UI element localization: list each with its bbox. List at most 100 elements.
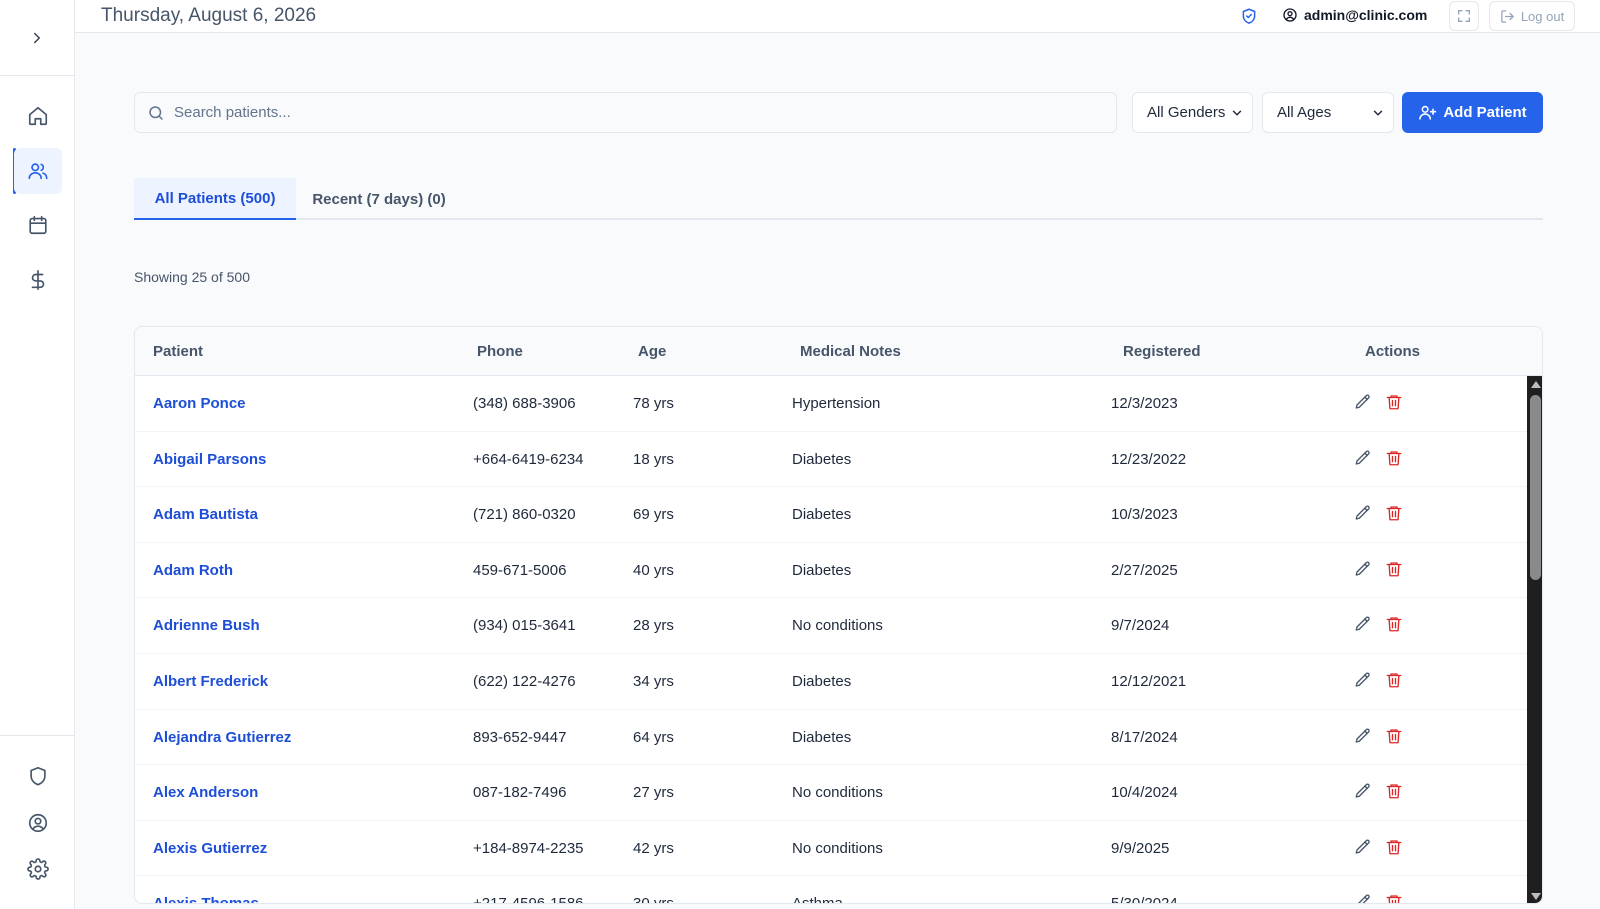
patient-name-link[interactable]: Adam Bautista (153, 506, 258, 523)
patient-age: 78 yrs (633, 395, 674, 412)
trash-icon (1385, 728, 1403, 749)
table-body: Aaron Ponce (348) 688-3906 78 yrs Hypertens… (135, 376, 1527, 904)
patient-phone: 893-652-9447 (473, 728, 567, 746)
patient-name-link[interactable]: Aaron Ponce (153, 395, 246, 412)
scroll-thumb[interactable] (1530, 395, 1541, 580)
patient-phone: 459-671-5006 (473, 561, 567, 579)
pencil-icon (1354, 450, 1372, 471)
table-row: Alejandra Gutierrez 893-652-9447 64 yrs Dia… (135, 710, 1527, 766)
user-plus-icon (1419, 105, 1437, 120)
patient-name-link[interactable]: Albert Frederick (153, 673, 268, 690)
patient-name-link[interactable]: Abigail Parsons (153, 451, 266, 468)
sidebar-item-home[interactable] (14, 93, 62, 139)
patient-age: 64 yrs (633, 728, 674, 746)
search-input[interactable] (165, 93, 1116, 132)
patient-medical-notes: Diabetes (792, 728, 852, 746)
patient-registered-date: 5/30/2024 (1111, 895, 1178, 904)
delete-patient-button[interactable] (1385, 727, 1405, 747)
patient-name-link[interactable]: Adrienne Bush (153, 617, 260, 634)
edit-patient-button[interactable] (1354, 504, 1374, 524)
tab-all-patients[interactable]: All Patients (500) (134, 178, 296, 220)
delete-patient-button[interactable] (1385, 838, 1405, 858)
patient-phone: 087-182-7496 (473, 784, 567, 802)
edit-patient-button[interactable] (1354, 893, 1374, 903)
delete-patient-button[interactable] (1385, 449, 1405, 469)
pencil-icon (1354, 839, 1372, 860)
patient-registered-date: 2/27/2025 (1111, 561, 1178, 579)
trash-icon (1385, 840, 1403, 860)
table-row: Abigail Parsons +664-6419-6234 18 yrs Diabe… (135, 432, 1527, 488)
home-icon (28, 106, 48, 126)
add-patient-label: Add Patient (1443, 104, 1527, 121)
table-scrollbar[interactable] (1527, 376, 1542, 903)
sidebar-item-profile[interactable] (14, 800, 62, 846)
column-header-medical-notes: Medical Notes (800, 343, 901, 360)
edit-patient-button[interactable] (1354, 449, 1374, 469)
user-circle-icon (28, 813, 48, 833)
table-row: Aaron Ponce (348) 688-3906 78 yrs Hypertens… (135, 376, 1527, 432)
edit-patient-button[interactable] (1354, 393, 1374, 413)
age-filter-select[interactable]: All Ages (1262, 92, 1394, 133)
edit-patient-button[interactable] (1354, 560, 1374, 580)
current-date: Thursday, August 6, 2026 (101, 5, 317, 26)
table-row: Albert Frederick (622) 122-4276 34 yrs Diab… (135, 654, 1527, 710)
patient-phone: +664-6419-6234 (473, 450, 584, 468)
patient-name-link[interactable]: Alex Anderson (153, 784, 258, 801)
edit-patient-button[interactable] (1354, 615, 1374, 635)
sidebar (0, 0, 75, 909)
patient-tabs: All Patients (500) Recent (7 days) (0) (134, 178, 1543, 220)
scroll-down-arrow[interactable] (1531, 893, 1541, 900)
pencil-icon (1354, 728, 1372, 749)
table-header: Patient Phone Age Medical Notes Register… (135, 327, 1542, 376)
sidebar-toggle-button[interactable] (0, 0, 74, 76)
user-menu[interactable]: admin@clinic.com (1282, 7, 1427, 23)
patient-registered-date: 12/23/2022 (1111, 450, 1187, 468)
delete-patient-button[interactable] (1385, 615, 1405, 635)
patient-registered-date: 12/3/2023 (1111, 395, 1178, 412)
edit-patient-button[interactable] (1354, 838, 1374, 858)
age-filter-value: All Ages (1277, 104, 1332, 121)
sidebar-item-billing[interactable] (14, 257, 62, 303)
scroll-up-arrow[interactable] (1531, 381, 1541, 388)
patient-phone: (622) 122-4276 (473, 672, 576, 690)
patient-medical-notes: Asthma (792, 895, 843, 904)
patient-name-link[interactable]: Alejandra Gutierrez (153, 729, 291, 746)
tab-recent[interactable]: Recent (7 days) (0) (297, 178, 461, 220)
edit-patient-button[interactable] (1354, 671, 1374, 691)
patient-age: 42 yrs (633, 839, 674, 857)
delete-patient-button[interactable] (1385, 671, 1405, 691)
sidebar-item-settings[interactable] (14, 846, 62, 892)
patient-registered-date: 10/3/2023 (1111, 506, 1178, 524)
top-bar: Thursday, August 6, 2026 admin@clinic.co… (75, 0, 1600, 33)
gender-filter-select[interactable]: All Genders (1132, 92, 1253, 133)
patient-name-link[interactable]: Alexis Thomas (153, 895, 259, 903)
trash-icon (1385, 784, 1403, 804)
patient-phone: +184-8974-2235 (473, 839, 584, 857)
sidebar-item-patients[interactable] (14, 148, 62, 194)
table-row: Alexis Thomas +217-4596-1586 30 yrs Asthma 5… (135, 876, 1527, 904)
user-email: admin@clinic.com (1304, 7, 1428, 23)
patient-medical-notes: No conditions (792, 839, 883, 857)
edit-patient-button[interactable] (1354, 727, 1374, 747)
showing-count: Showing 25 of 500 (134, 269, 250, 285)
delete-patient-button[interactable] (1385, 782, 1405, 802)
gear-icon (27, 858, 49, 880)
users-icon (28, 163, 48, 180)
delete-patient-button[interactable] (1385, 893, 1405, 903)
edit-patient-button[interactable] (1354, 782, 1374, 802)
patient-name-link[interactable]: Alexis Gutierrez (153, 840, 267, 857)
patient-name-link[interactable]: Adam Roth (153, 562, 233, 579)
fullscreen-button[interactable] (1449, 1, 1479, 31)
delete-patient-button[interactable] (1385, 504, 1405, 524)
pencil-icon (1354, 894, 1372, 903)
pencil-icon (1354, 783, 1372, 804)
logout-button[interactable]: Log out (1489, 1, 1575, 31)
pencil-icon (1354, 505, 1372, 526)
patient-age: 40 yrs (633, 561, 674, 579)
add-patient-button[interactable]: Add Patient (1402, 92, 1543, 133)
delete-patient-button[interactable] (1385, 560, 1405, 580)
secure-shield-icon (1240, 7, 1258, 25)
delete-patient-button[interactable] (1385, 393, 1405, 413)
sidebar-item-calendar[interactable] (14, 202, 62, 248)
sidebar-item-security[interactable] (14, 753, 62, 799)
